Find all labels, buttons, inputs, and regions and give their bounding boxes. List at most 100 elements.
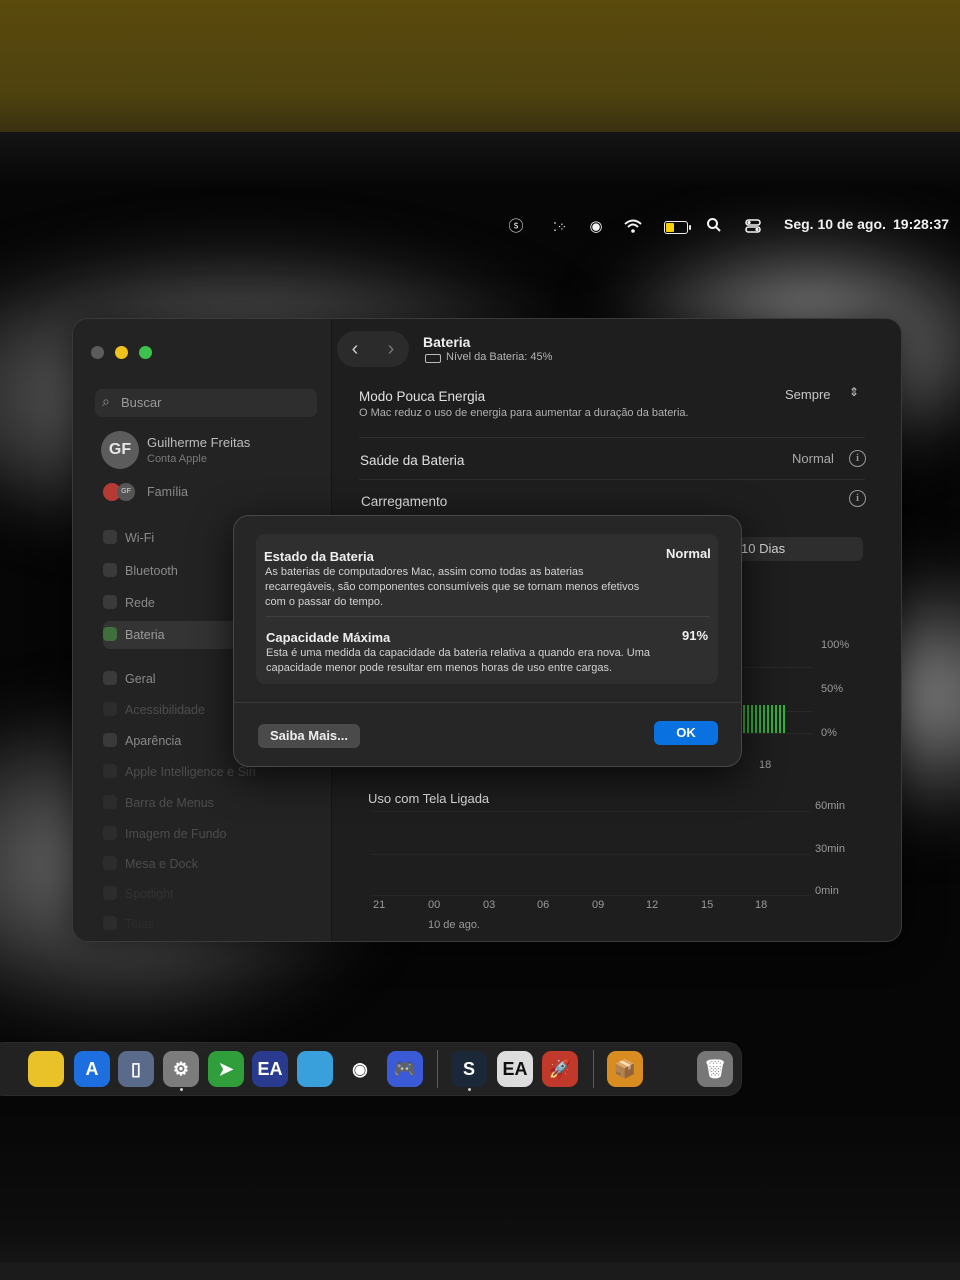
package-icon[interactable]: 📦 (607, 1051, 643, 1087)
learn-more-button[interactable]: Saiba Mais... (258, 724, 360, 748)
avatar[interactable]: GF (101, 431, 139, 469)
weather-icon[interactable]: ⁚⁘ (551, 218, 569, 236)
iphone-mirroring-icon[interactable]: ▯ (118, 1051, 154, 1087)
page-title: Bateria (423, 334, 471, 350)
y-tick-label: 0% (821, 727, 837, 739)
zoom-button[interactable] (139, 346, 152, 359)
max-capacity-title: Capacidade Máxima (266, 630, 391, 645)
menu-bar-icon (103, 795, 117, 809)
close-button[interactable] (91, 346, 104, 359)
sidebar-item-wallpaper[interactable]: Imagem de Fundo (103, 826, 226, 841)
ea-app-icon[interactable]: EA (252, 1051, 288, 1087)
search-icon: ⌕ (102, 393, 110, 409)
sidebar-item-bluetooth[interactable]: Bluetooth (103, 563, 178, 578)
ok-button[interactable]: OK (654, 721, 718, 745)
back-chevron-icon[interactable]: ‹ (340, 338, 370, 361)
notes-icon[interactable] (28, 1051, 64, 1087)
ea-icon[interactable]: EA (497, 1051, 533, 1087)
network-icon (103, 595, 117, 609)
battery-health-dialog: Estado da Bateria Normal As baterias de … (233, 515, 742, 767)
range-segmented-control[interactable]: 10 Dias (731, 537, 863, 561)
gridline (371, 811, 811, 812)
battery-state-description: As baterias de computadores Mac, assim c… (265, 566, 640, 608)
battery-level-bar (751, 705, 753, 733)
dock-icon (103, 856, 117, 870)
sidebar-item-displays[interactable]: Telas (103, 916, 154, 931)
rocket-icon[interactable]: 🚀 (542, 1051, 578, 1087)
battery-level-bar (775, 705, 777, 733)
finder-folder-icon[interactable] (297, 1051, 333, 1087)
sidebar-item-desktop-dock[interactable]: Mesa e Dock (103, 856, 198, 871)
battery-icon (103, 627, 117, 641)
app-store-icon[interactable]: A (74, 1051, 110, 1087)
user-icon[interactable]: ◉ (587, 218, 605, 236)
divider (359, 437, 865, 438)
battery-small-icon (425, 354, 441, 363)
battery-icon[interactable] (664, 221, 691, 234)
sidebar-item-wifi[interactable]: Wi-Fi (103, 530, 154, 545)
battery-level-bar (783, 705, 785, 733)
sidebar-item-family[interactable]: Família (147, 485, 188, 499)
search-input[interactable]: ⌕ Buscar (95, 389, 317, 417)
keyboard-row (0, 1262, 960, 1280)
forward-chevron-icon[interactable]: › (376, 338, 406, 361)
minimize-button[interactable] (115, 346, 128, 359)
appearance-icon (103, 733, 117, 747)
running-indicator (468, 1088, 471, 1091)
info-icon[interactable]: i (849, 450, 866, 467)
battery-level-bar (767, 705, 769, 733)
davinci-resolve-icon[interactable]: ◉ (342, 1051, 378, 1087)
sidebar-item-accessibility[interactable]: Acessibilidade (103, 702, 205, 717)
y-tick-label: 30min (815, 843, 845, 855)
wifi-icon (103, 530, 117, 544)
user-name[interactable]: Guilherme Freitas (147, 435, 250, 450)
sidebar-item-menu-bar[interactable]: Barra de Menus (103, 795, 214, 810)
laptop-bezel (0, 132, 960, 192)
battery-health-value: Normal (792, 451, 834, 466)
gear-icon (103, 671, 117, 685)
family-avatar-initials: GF (117, 483, 135, 501)
maps-icon[interactable]: ➤ (208, 1051, 244, 1087)
y-tick-label: 0min (815, 885, 839, 897)
game-controller-icon[interactable]: 🎮 (387, 1051, 423, 1087)
battery-level-bar (779, 705, 781, 733)
battery-level-label: Nível da Bateria: 45% (446, 351, 553, 363)
x-tick-label: 18 (759, 759, 772, 771)
x-tick-label: 12 (646, 899, 659, 911)
sidebar-item-network[interactable]: Rede (103, 595, 155, 610)
sidebar-item-apple-intelligence[interactable]: Apple Intelligence e Siri (103, 764, 256, 779)
dock-separator (593, 1050, 594, 1088)
user-subtitle: Conta Apple (147, 453, 207, 465)
system-settings-icon[interactable]: ⚙ (163, 1051, 199, 1087)
segment-10-days[interactable]: 10 Dias (741, 541, 785, 556)
battery-level-bar (743, 705, 745, 733)
control-center-icon[interactable] (744, 218, 762, 236)
chevron-updown-icon[interactable]: ⇕ (849, 385, 859, 399)
sidebar-item-appearance[interactable]: Aparência (103, 733, 181, 748)
x-tick-label: 06 (537, 899, 550, 911)
shazam-icon[interactable]: ⓢ (507, 218, 525, 236)
accessibility-icon (103, 702, 117, 716)
sidebar-item-battery[interactable]: Bateria (103, 627, 165, 642)
x-tick-label: 18 (755, 899, 768, 911)
wifi-icon[interactable] (624, 218, 642, 236)
sidebar-item-spotlight[interactable]: Spotlight (103, 886, 174, 901)
laptop-body (0, 1115, 960, 1280)
divider (234, 702, 741, 703)
x-tick-label: 03 (483, 899, 496, 911)
siri-icon (103, 764, 117, 778)
spotlight-icon[interactable] (705, 217, 723, 235)
x-tick-label: 21 (373, 899, 386, 911)
navigation-buttons: ‹ › (337, 331, 409, 367)
steam-icon[interactable]: S (451, 1051, 487, 1087)
battery-level-bar (763, 705, 765, 733)
sidebar-item-general[interactable]: Geral (103, 671, 156, 686)
menubar-date[interactable]: Seg. 10 de ago. (784, 216, 886, 232)
screen-usage-title: Uso com Tela Ligada (368, 791, 490, 806)
menubar-time[interactable]: 19:28:37 (893, 216, 949, 232)
trash-icon[interactable]: 🗑 (697, 1051, 733, 1087)
battery-state-title: Estado da Bateria (264, 549, 374, 564)
info-icon[interactable]: i (849, 490, 866, 507)
search-placeholder: Buscar (121, 395, 162, 410)
low-power-select[interactable]: Sempre (785, 387, 831, 402)
